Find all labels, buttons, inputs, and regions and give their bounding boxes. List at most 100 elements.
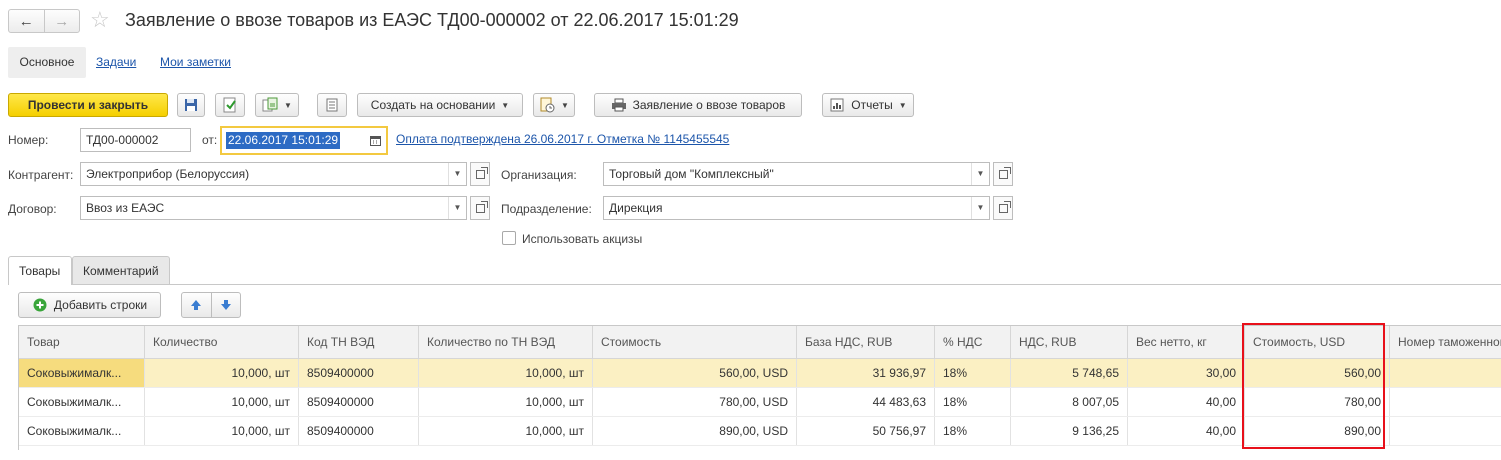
chevron-down-icon[interactable]: ▼ xyxy=(971,163,989,185)
cell-cost[interactable]: 780,00, USD xyxy=(593,388,797,416)
cell-customs-number[interactable] xyxy=(1390,359,1501,387)
list-icon xyxy=(324,97,340,113)
contract-field[interactable]: Ввоз из ЕАЭС ▼ xyxy=(80,196,467,220)
organization-field[interactable]: Торговый дом "Комплексный" ▼ xyxy=(603,162,990,186)
department-field[interactable]: Дирекция ▼ xyxy=(603,196,990,220)
chevron-down-icon[interactable]: ▼ xyxy=(971,197,989,219)
cell-vat-base[interactable]: 50 756,97 xyxy=(797,417,935,445)
add-rows-label: Добавить строки xyxy=(53,298,148,312)
save-button[interactable] xyxy=(177,93,205,117)
print-document-button[interactable]: ▼ xyxy=(533,93,575,117)
column-header[interactable]: Вес нетто, кг xyxy=(1128,326,1245,358)
cell-vat-base[interactable]: 44 483,63 xyxy=(797,388,935,416)
column-header[interactable]: Количество xyxy=(145,326,299,358)
chevron-down-icon[interactable]: ▼ xyxy=(448,163,466,185)
chevron-down-icon: ▼ xyxy=(501,100,510,110)
back-arrow-icon[interactable]: ← xyxy=(9,10,44,32)
open-icon xyxy=(998,200,1011,213)
column-header[interactable]: Стоимость xyxy=(593,326,797,358)
tab-main[interactable]: Основное xyxy=(8,47,86,78)
cell-tnved-quantity[interactable]: 10,000, шт xyxy=(419,417,593,445)
cell-vat-rate[interactable]: 18% xyxy=(935,388,1011,416)
excise-checkbox[interactable] xyxy=(502,231,516,245)
add-rows-button[interactable]: Добавить строки xyxy=(18,292,161,318)
cell-net-weight[interactable]: 40,00 xyxy=(1128,417,1245,445)
column-header[interactable]: База НДС, RUB xyxy=(797,326,935,358)
cell-tnved-code[interactable]: 8509400000 xyxy=(299,359,419,387)
tab-comment[interactable]: Комментарий xyxy=(72,256,170,284)
forward-arrow-icon[interactable]: → xyxy=(43,10,80,32)
chevron-down-icon[interactable]: ▼ xyxy=(448,197,466,219)
contractor-field[interactable]: Электроприбор (Белоруссия) ▼ xyxy=(80,162,467,186)
cell-cost[interactable]: 560,00, USD xyxy=(593,359,797,387)
cell-customs-number[interactable] xyxy=(1390,417,1501,445)
column-header[interactable]: НДС, RUB xyxy=(1011,326,1128,358)
navigation-buttons: ← → xyxy=(8,9,80,33)
column-header[interactable]: Товар xyxy=(19,326,145,358)
tabs-divider xyxy=(8,284,1501,285)
open-icon xyxy=(475,200,488,213)
tab-my-notes[interactable]: Мои заметки xyxy=(160,47,231,78)
cell-vat-base[interactable]: 31 936,97 xyxy=(797,359,935,387)
open-department-button[interactable] xyxy=(993,196,1013,220)
cell-tnved-quantity[interactable]: 10,000, шт xyxy=(419,388,593,416)
chevron-down-icon: ▼ xyxy=(561,100,569,110)
related-documents-button[interactable]: ▼ xyxy=(255,93,299,117)
create-based-on-label: Создать на основании xyxy=(370,98,496,112)
post-document-icon xyxy=(222,97,238,113)
open-contractor-button[interactable] xyxy=(470,162,490,186)
cell-product[interactable]: Соковыжималк... xyxy=(19,388,145,416)
cell-vat[interactable]: 8 007,05 xyxy=(1011,388,1128,416)
create-based-on-button[interactable]: Создать на основании ▼ xyxy=(357,93,523,117)
tab-tasks[interactable]: Задачи xyxy=(96,47,136,78)
related-documents-icon xyxy=(262,97,278,113)
organization-value: Торговый дом "Комплексный" xyxy=(609,167,774,181)
chevron-down-icon: ▼ xyxy=(898,100,907,110)
cell-product[interactable]: Соковыжималк... xyxy=(19,359,145,387)
contract-value: Ввоз из ЕАЭС xyxy=(86,201,165,215)
tab-goods[interactable]: Товары xyxy=(8,256,72,285)
cell-quantity[interactable]: 10,000, шт xyxy=(145,417,299,445)
move-down-arrow-icon[interactable] xyxy=(212,293,241,317)
cell-quantity[interactable]: 10,000, шт xyxy=(145,359,299,387)
move-buttons xyxy=(181,292,241,318)
cell-net-weight[interactable]: 30,00 xyxy=(1128,359,1245,387)
move-up-arrow-icon[interactable] xyxy=(182,293,212,317)
cell-quantity[interactable]: 10,000, шт xyxy=(145,388,299,416)
payment-confirmed-link[interactable]: Оплата подтверждена 26.06.2017 г. Отметк… xyxy=(396,132,729,146)
department-label: Подразделение: xyxy=(501,202,592,216)
structure-button[interactable] xyxy=(317,93,347,117)
cell-tnved-code[interactable]: 8509400000 xyxy=(299,388,419,416)
cell-product[interactable]: Соковыжималк... xyxy=(19,417,145,445)
date-from-label: от: xyxy=(202,133,218,147)
cell-vat[interactable]: 9 136,25 xyxy=(1011,417,1128,445)
cell-vat-rate[interactable]: 18% xyxy=(935,359,1011,387)
open-icon xyxy=(998,166,1011,179)
print-application-label: Заявление о ввозе товаров xyxy=(632,98,786,112)
open-organization-button[interactable] xyxy=(993,162,1013,186)
cell-tnved-code[interactable]: 8509400000 xyxy=(299,417,419,445)
print-application-button[interactable]: Заявление о ввозе товаров xyxy=(594,93,802,117)
open-contract-button[interactable] xyxy=(470,196,490,220)
cell-cost[interactable]: 890,00, USD xyxy=(593,417,797,445)
document-clock-icon xyxy=(539,97,555,113)
column-header[interactable]: % НДС xyxy=(935,326,1011,358)
post-and-close-button[interactable]: Провести и закрыть xyxy=(8,93,168,117)
post-button[interactable] xyxy=(215,93,245,117)
open-icon xyxy=(475,166,488,179)
reports-button[interactable]: Отчеты ▼ xyxy=(822,93,914,117)
reports-label: Отчеты xyxy=(851,98,893,112)
favorite-star-icon[interactable]: ☆ xyxy=(90,8,110,32)
cell-customs-number[interactable] xyxy=(1390,388,1501,416)
date-field[interactable]: 22.06.2017 15:01:29 xyxy=(220,126,388,155)
cell-net-weight[interactable]: 40,00 xyxy=(1128,388,1245,416)
column-header[interactable]: Номер таможенной xyxy=(1390,326,1501,358)
column-header[interactable]: Количество по ТН ВЭД xyxy=(419,326,593,358)
calendar-icon[interactable] xyxy=(364,135,386,146)
cell-vat[interactable]: 5 748,65 xyxy=(1011,359,1128,387)
excise-label: Использовать акцизы xyxy=(522,232,643,246)
column-header[interactable]: Код ТН ВЭД xyxy=(299,326,419,358)
cell-tnved-quantity[interactable]: 10,000, шт xyxy=(419,359,593,387)
number-field[interactable]: ТД00-000002 xyxy=(80,128,191,152)
cell-vat-rate[interactable]: 18% xyxy=(935,417,1011,445)
